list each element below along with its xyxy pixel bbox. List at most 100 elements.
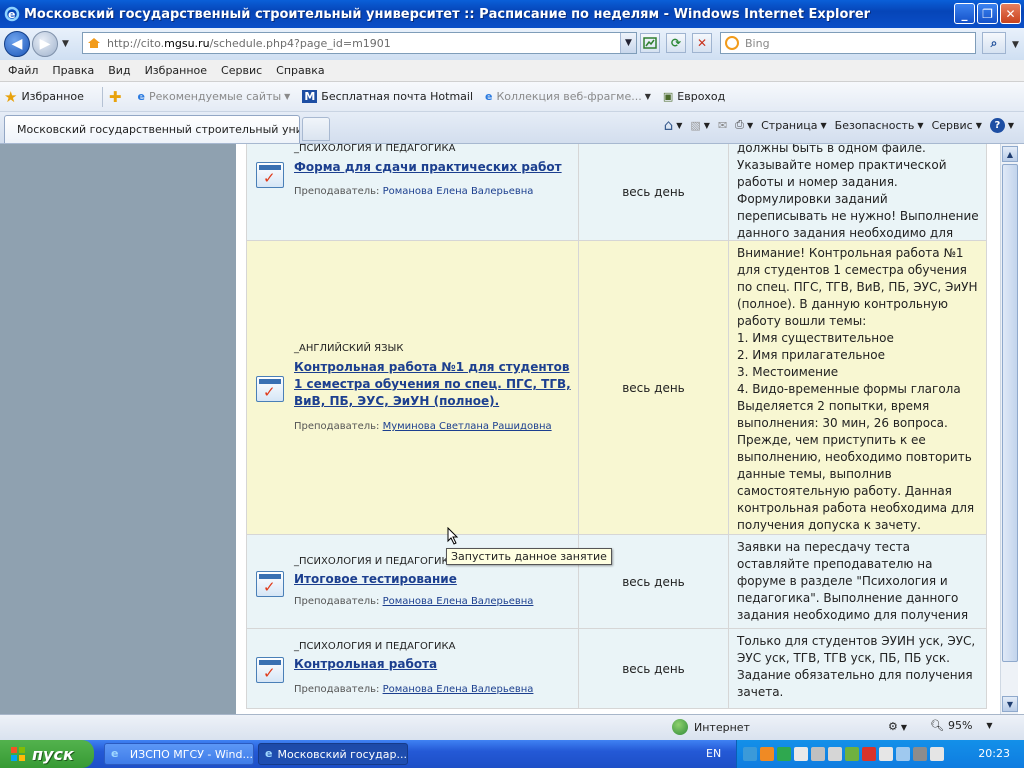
lesson-link[interactable]: Итоговое тестирование xyxy=(294,571,457,588)
tray-app-icon[interactable] xyxy=(811,747,825,761)
time-cell: весь день xyxy=(579,241,729,534)
chevron-down-icon: ▼ xyxy=(986,721,993,730)
search-button[interactable]: ⌕ xyxy=(982,32,1006,54)
lesson-task-icon[interactable]: ✓ xyxy=(256,657,284,683)
task-label: Московский государ... xyxy=(277,747,408,761)
mail-button[interactable]: ✉ xyxy=(718,119,727,132)
suggested-sites-link[interactable]: e Рекомендуемые сайты ▼ xyxy=(138,90,291,103)
refresh-button[interactable]: ⟳ xyxy=(666,33,686,53)
tray-app-icon[interactable] xyxy=(743,747,757,761)
safety-menu-button[interactable]: Безопасность ▼ xyxy=(835,119,924,132)
tray-app-icon[interactable] xyxy=(760,747,774,761)
language-indicator[interactable]: EN xyxy=(706,747,721,760)
history-dropdown-icon[interactable]: ▼ xyxy=(62,39,69,49)
print-button[interactable]: ⎙ ▼ xyxy=(735,118,753,132)
search-options-icon[interactable]: ▼ xyxy=(1012,40,1019,50)
menu-help[interactable]: Справка xyxy=(276,64,332,77)
compat-view-button[interactable] xyxy=(640,33,660,53)
site-icon: ▣ xyxy=(662,90,674,103)
web-slice-label: Коллекция веб-фрагме... xyxy=(496,90,642,103)
chevron-down-icon: ▼ xyxy=(975,120,982,130)
table-row: ✓ _ПСИХОЛОГИЯ И ПЕДАГОГИКА Итоговое тест… xyxy=(246,535,987,629)
forward-button[interactable]: ▶ xyxy=(32,31,58,57)
tools-menu-button[interactable]: Сервис ▼ xyxy=(932,119,982,132)
tooltip: Запустить данное занятие xyxy=(446,548,612,565)
address-dropdown-icon[interactable]: ▼ xyxy=(620,33,636,53)
tab-active[interactable]: Московский государственный строительный … xyxy=(4,115,300,143)
scroll-thumb[interactable] xyxy=(1002,164,1018,662)
help-button[interactable]: ? ▼ xyxy=(989,117,1014,133)
network-icon[interactable] xyxy=(896,747,910,761)
evrohod-link[interactable]: ▣ Евроход xyxy=(663,90,725,103)
clock: 20:23 xyxy=(978,747,1010,760)
stop-button[interactable]: ✕ xyxy=(692,33,712,53)
teacher-label: Преподаватель: xyxy=(294,186,380,197)
protected-mode-icon[interactable]: ⚙ ▼ xyxy=(888,720,907,733)
teacher-link[interactable]: Романова Елена Валерьевна xyxy=(383,596,534,607)
menu-file[interactable]: Файл xyxy=(8,64,46,77)
teacher-link[interactable]: Романова Елена Валерьевна xyxy=(383,684,534,695)
lesson-task-icon[interactable]: ✓ xyxy=(256,376,284,402)
tray-app-icon[interactable] xyxy=(930,747,944,761)
lesson-link[interactable]: Контрольная работа xyxy=(294,656,437,673)
tray-app-icon[interactable] xyxy=(794,747,808,761)
menu-edit[interactable]: Правка xyxy=(52,64,102,77)
windows-flag-icon xyxy=(11,747,25,761)
scroll-up-button[interactable]: ▲ xyxy=(1002,146,1018,162)
menu-view[interactable]: Вид xyxy=(108,64,138,77)
note-cell: должны быть в одном файле. Указывайте но… xyxy=(737,144,979,240)
search-icon: ⌕ xyxy=(990,35,998,50)
mail-icon: ✉ xyxy=(717,118,728,132)
volume-icon[interactable] xyxy=(879,747,893,761)
scroll-down-button[interactable]: ▼ xyxy=(1002,696,1018,712)
vertical-scrollbar[interactable]: ▲ ▼ xyxy=(1000,144,1018,714)
note-cell: Только для студентов ЭУИН уск, ЭУС, ЭУС … xyxy=(737,634,976,699)
lesson-link[interactable]: Форма для сдачи практических работ xyxy=(294,159,574,176)
table-row: ✓ _ПСИХОЛОГИЯ И ПЕДАГОГИКА Форма для сда… xyxy=(246,144,987,241)
command-bar: ⌂ ▼ ▧ ▼ ✉ ⎙ ▼ Страница ▼ Безопасность ▼ Серви… xyxy=(664,116,1014,134)
close-button[interactable]: ✕ xyxy=(1000,3,1021,24)
taskbar-item-mgsu[interactable]: e Московский государ... xyxy=(258,743,408,765)
page-menu-button[interactable]: Страница ▼ xyxy=(761,119,827,132)
search-input[interactable]: Bing xyxy=(720,32,976,54)
address-field[interactable]: http://cito. mgsu.ru/schedule.php4?page_i… xyxy=(82,32,637,54)
page-menu-label: Страница xyxy=(761,118,818,132)
window-title: Московский государственный строительный … xyxy=(24,6,871,22)
subject-label: _ПСИХОЛОГИЯ И ПЕДАГОГИКА xyxy=(294,641,456,652)
back-button[interactable]: ◀ xyxy=(4,31,30,57)
tray-app-icon[interactable] xyxy=(845,747,859,761)
ie-small-icon: e xyxy=(485,90,493,103)
zoom-control[interactable]: 🔍︎ 95% ▼ xyxy=(930,719,993,732)
zone-label: Интернет xyxy=(694,720,750,734)
table-row: ✓ _ПСИХОЛОГИЯ И ПЕДАГОГИКА Контрольная р… xyxy=(246,629,987,709)
hotmail-link[interactable]: M Бесплатная почта Hotmail xyxy=(302,90,473,103)
security-zone[interactable]: Интернет xyxy=(672,719,750,735)
home-button[interactable]: ⌂ ▼ xyxy=(664,116,683,134)
lesson-cell: ✓ _ПСИХОЛОГИЯ И ПЕДАГОГИКА Форма для сда… xyxy=(247,144,579,240)
table-row: ✓ _АНГЛИЙСКИЙ ЯЗЫК Контрольная работа №1… xyxy=(246,241,987,535)
menu-tools[interactable]: Сервис xyxy=(221,64,270,77)
teacher-link[interactable]: Муминова Светлана Рашидовна xyxy=(383,421,552,432)
add-favorite-button[interactable]: ✚ xyxy=(109,88,126,106)
teacher-name: Романова Елена Валерьевна xyxy=(382,186,534,197)
new-tab-button[interactable] xyxy=(302,117,330,141)
tray-app-icon[interactable] xyxy=(862,747,876,761)
tray-app-icon[interactable] xyxy=(777,747,791,761)
minimize-button[interactable]: _ xyxy=(954,3,975,24)
tray-app-icon[interactable] xyxy=(828,747,842,761)
schedule-content: ✓ _ПСИХОЛОГИЯ И ПЕДАГОГИКА Форма для сда… xyxy=(236,144,1000,714)
web-slice-gallery-link[interactable]: e Коллекция веб-фрагме... ▼ xyxy=(485,90,651,103)
tray-app-icon[interactable] xyxy=(913,747,927,761)
lesson-task-icon[interactable]: ✓ xyxy=(256,571,284,597)
feeds-button[interactable]: ▧ ▼ xyxy=(690,119,710,132)
taskbar-item-izspo[interactable]: e ИЗСПО МГСУ - Wind... xyxy=(104,743,254,765)
teacher-label: Преподаватель: xyxy=(294,421,380,432)
lesson-task-icon[interactable]: ✓ xyxy=(256,162,284,188)
favorites-button[interactable]: ★ Избранное xyxy=(4,88,84,106)
task-label: ИЗСПО МГСУ - Wind... xyxy=(129,747,253,761)
teacher-line: Преподаватель: Муминова Светлана Рашидов… xyxy=(294,421,552,432)
maximize-button[interactable]: ❐ xyxy=(977,3,998,24)
start-button[interactable]: пуск xyxy=(0,740,94,768)
menu-favorites[interactable]: Избранное xyxy=(145,64,215,77)
lesson-link[interactable]: Контрольная работа №1 для студентов 1 се… xyxy=(294,359,572,410)
